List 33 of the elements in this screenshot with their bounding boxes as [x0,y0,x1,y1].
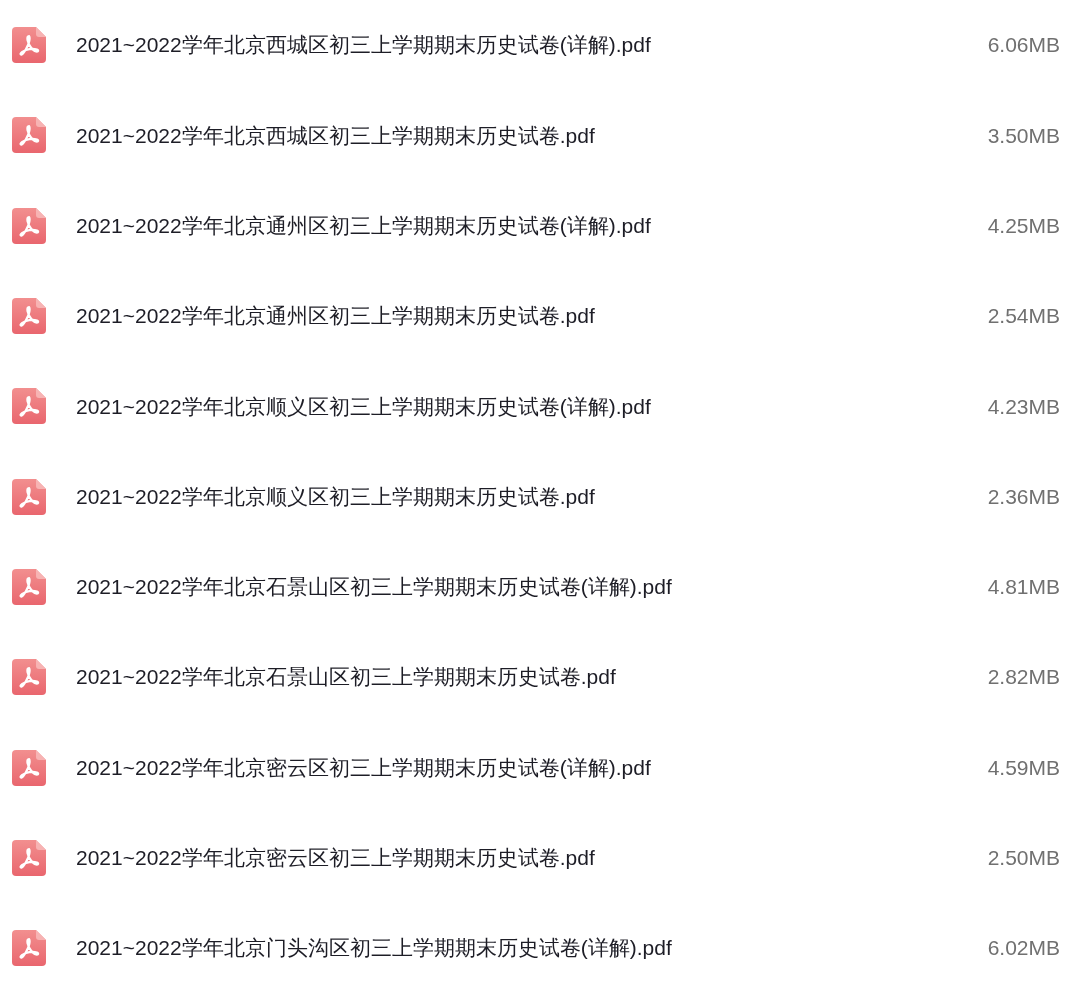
file-name[interactable]: 2021~2022学年北京顺义区初三上学期期末历史试卷(详解).pdf [76,390,651,423]
pdf-file-icon [12,749,46,786]
file-size: 2.50MB [987,845,1060,872]
pdf-file-icon [12,298,46,335]
file-name[interactable]: 2021~2022学年北京门头沟区初三上学期期末历史试卷(详解).pdf [76,932,672,964]
file-size: 4.81MB [987,574,1060,601]
file-size: 2.82MB [987,664,1060,691]
file-size: 3.50MB [987,122,1060,149]
file-name[interactable]: 2021~2022学年北京西城区初三上学期期末历史试卷(详解).pdf [76,29,651,61]
pdf-file-icon [12,117,46,154]
pdf-file-icon [12,659,46,696]
pdf-file-icon [12,930,46,967]
file-size: 6.06MB [987,32,1060,59]
pdf-file-icon [12,839,46,876]
file-name[interactable]: 2021~2022学年北京顺义区初三上学期期末历史试卷.pdf [76,480,595,513]
file-size: 4.59MB [987,754,1060,781]
pdf-file-icon [12,568,46,605]
file-size: 4.23MB [987,393,1060,420]
file-name[interactable]: 2021~2022学年北京密云区初三上学期期末历史试卷(详解).pdf [76,751,651,784]
pdf-file-icon [12,207,46,244]
file-name[interactable]: 2021~2022学年北京通州区初三上学期期末历史试卷(详解).pdf [76,210,651,242]
pdf-file-icon [12,478,46,515]
file-size: 4.25MB [987,213,1060,239]
file-size: 2.36MB [987,483,1060,510]
file-name[interactable]: 2021~2022学年北京石景山区初三上学期期末历史试卷(详解).pdf [76,571,672,603]
file-name[interactable]: 2021~2022学年北京西城区初三上学期期末历史试卷.pdf [76,119,595,152]
file-name[interactable]: 2021~2022学年北京石景山区初三上学期期末历史试卷.pdf [76,661,616,693]
file-name[interactable]: 2021~2022学年北京密云区初三上学期期末历史试卷.pdf [76,842,595,874]
pdf-file-icon [12,27,46,64]
file-size: 6.02MB [987,935,1060,962]
pdf-file-icon [12,388,46,425]
file-name[interactable]: 2021~2022学年北京通州区初三上学期期末历史试卷.pdf [76,300,595,332]
file-size: 2.54MB [987,303,1060,330]
